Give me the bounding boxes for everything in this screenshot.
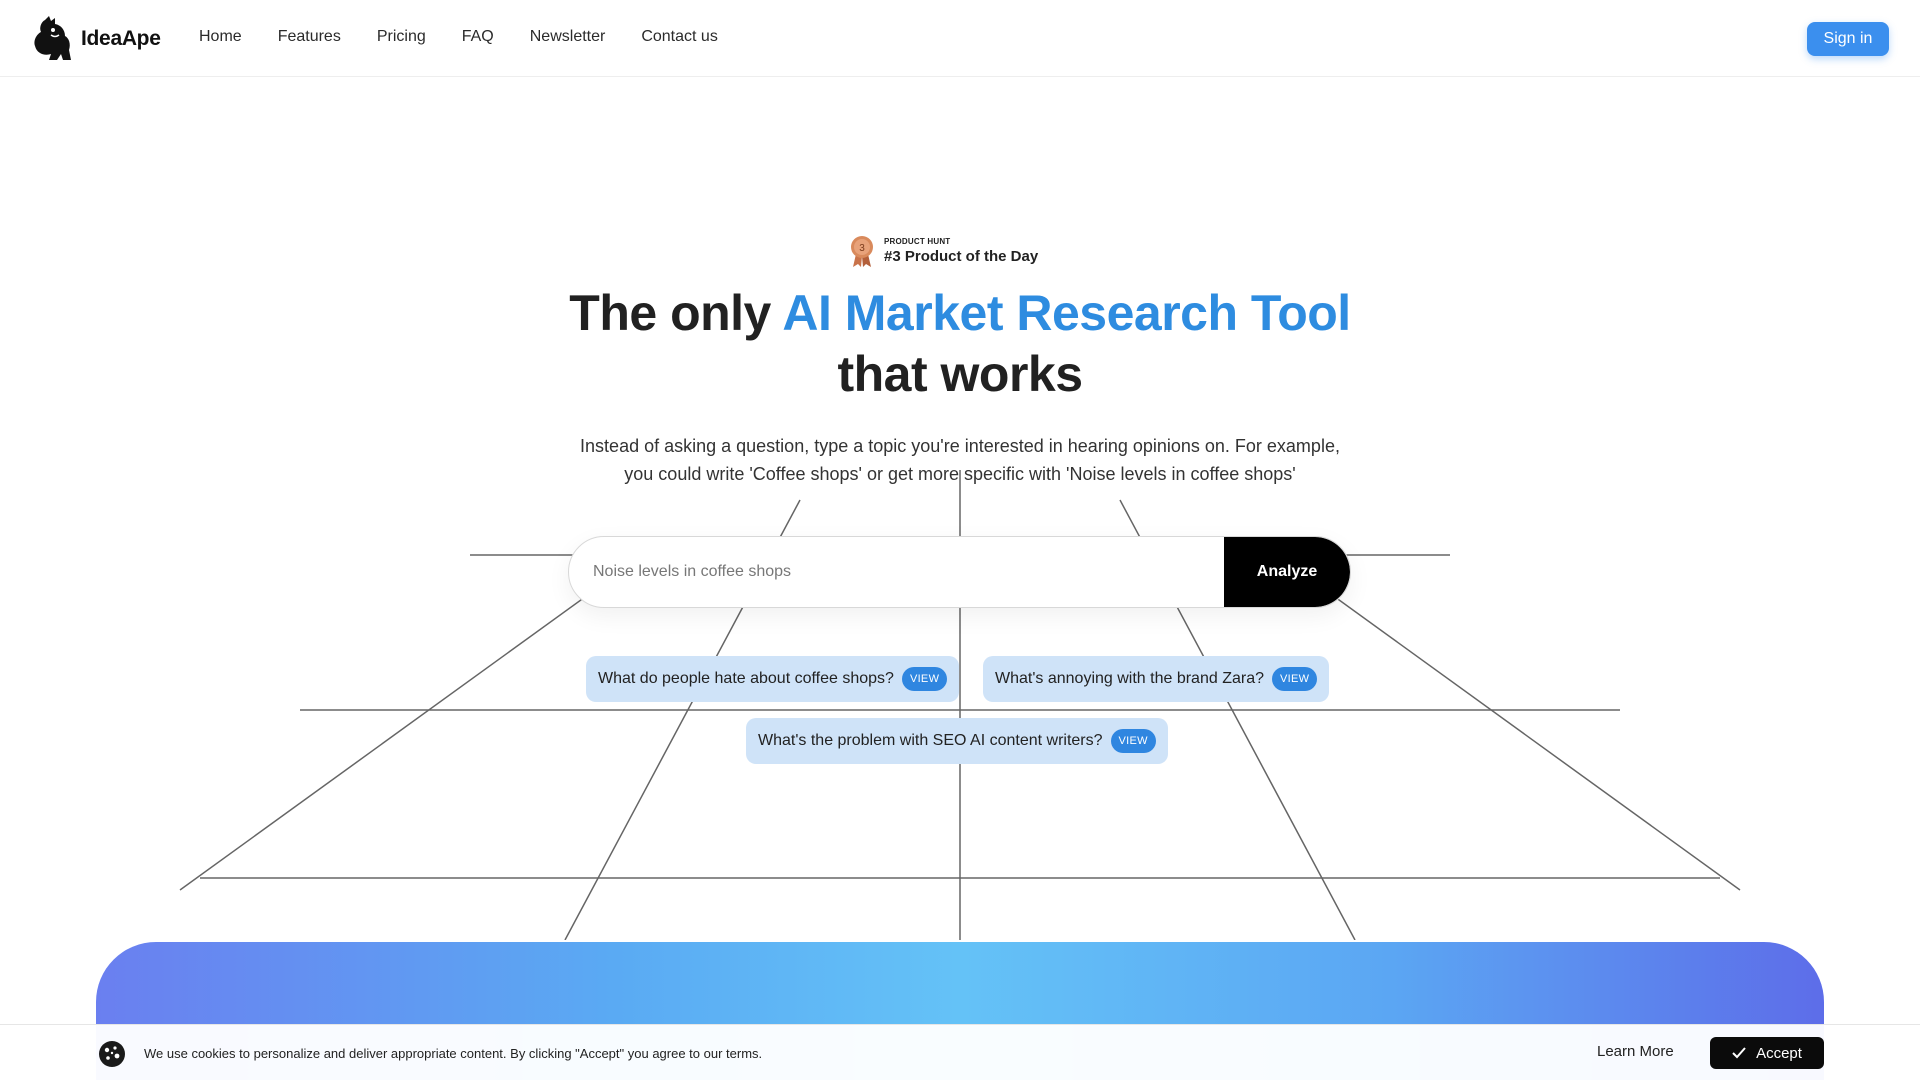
site-header: IdeaApe Home Features Pricing FAQ Newsle… [0,0,1920,77]
topic-search: Analyze [568,536,1351,608]
view-badge[interactable]: VIEW [901,667,948,691]
badge-source: PRODUCT HUNT [884,237,951,246]
suggestion-text: What's the problem with SEO AI content w… [758,732,1103,749]
nav-home[interactable]: Home [199,28,242,46]
suggestion-text: What's annoying with the brand Zara? [995,670,1264,687]
badge-text: PRODUCT HUNT #3 Product of the Day [884,237,1038,265]
ape-logo-icon [34,16,71,60]
accept-label: Accept [1756,1044,1802,1062]
nav-faq[interactable]: FAQ [462,28,494,46]
medal-number: 3 [859,243,865,254]
suggestion-chip[interactable]: What's annoying with the brand Zara? VIE… [983,656,1330,702]
suggestion-chip[interactable]: What's the problem with SEO AI content w… [746,718,1168,764]
cookie-banner: We use cookies to personalize and delive… [0,1024,1920,1080]
description-line-1: Instead of asking a question, type a top… [580,436,1340,456]
nav-newsletter[interactable]: Newsletter [530,28,606,46]
suggestion-chip[interactable]: What do people hate about coffee shops? … [586,656,960,702]
headline-suffix: that works [837,346,1083,402]
product-hunt-badge[interactable]: 3 PRODUCT HUNT #3 Product of the Day [848,234,1038,268]
suggestion-text: What do people hate about coffee shops? [598,670,894,687]
cookie-icon [99,1041,125,1067]
accept-cookies-button[interactable]: Accept [1710,1037,1824,1069]
brand-logo[interactable]: IdeaApe [31,16,161,62]
hero-description: Instead of asking a question, type a top… [560,432,1360,488]
main-nav: Home Features Pricing FAQ Newsletter Con… [199,28,718,46]
headline-prefix: The only [569,285,783,341]
hero-headline: The only AI Market Research Tool that wo… [0,283,1920,405]
description-line-2: you could write 'Coffee shops' or get mo… [624,464,1296,484]
learn-more-link[interactable]: Learn More [1597,1043,1674,1060]
view-badge[interactable]: VIEW [1271,667,1318,691]
headline-accent: AI Market Research Tool [782,285,1351,341]
analyze-button[interactable]: Analyze [1224,537,1350,607]
nav-contact[interactable]: Contact us [641,28,717,46]
view-badge[interactable]: VIEW [1110,729,1156,753]
sign-in-button[interactable]: Sign in [1807,22,1889,56]
medal-icon: 3 [851,236,873,267]
cookie-message: We use cookies to personalize and delive… [144,1046,763,1061]
brand-name: IdeaApe [81,27,161,50]
nav-pricing[interactable]: Pricing [377,28,426,46]
badge-title: #3 Product of the Day [884,248,1039,265]
check-icon [1732,1047,1746,1059]
topic-search-input[interactable] [569,537,1229,607]
nav-features[interactable]: Features [278,28,341,46]
